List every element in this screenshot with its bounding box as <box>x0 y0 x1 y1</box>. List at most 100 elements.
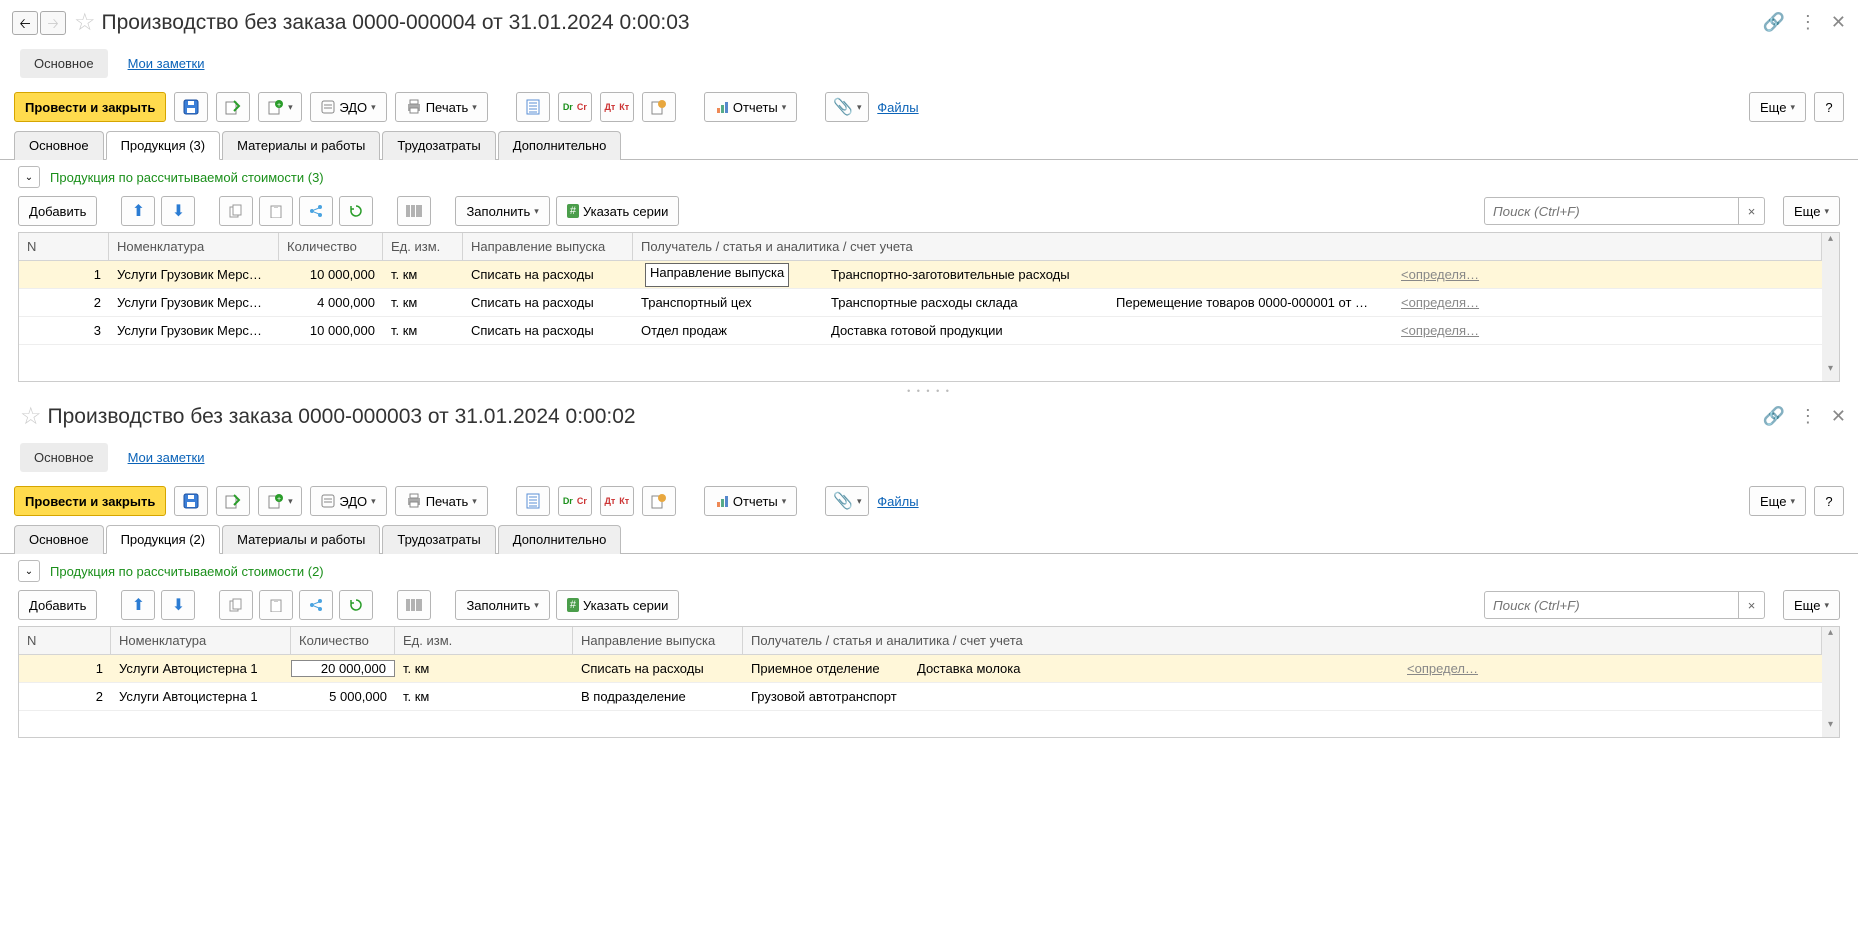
create-from-button[interactable]: +▾ <box>258 486 302 516</box>
refresh-button[interactable] <box>339 590 373 620</box>
grid-row[interactable]: 1 Услуги Автоцистерна 1 20 000,000 т. км… <box>19 655 1822 683</box>
series-button[interactable]: #Указать серии <box>556 590 680 620</box>
additional-button[interactable] <box>642 486 676 516</box>
col-qty[interactable]: Количество <box>291 627 395 654</box>
grid-search-input[interactable] <box>1484 197 1739 225</box>
doc-structure-button[interactable] <box>516 486 550 516</box>
attach-button[interactable]: 📎▾ <box>825 486 869 516</box>
link-icon[interactable]: 🔗 <box>1762 406 1784 427</box>
tab-main[interactable]: Основное <box>14 525 104 554</box>
grid-more-button[interactable]: Еще▾ <box>1783 590 1840 620</box>
move-up-button[interactable]: ⬆ <box>121 590 155 620</box>
favorite-star-icon[interactable]: ☆ <box>20 402 42 431</box>
post-and-close-button[interactable]: Провести и закрыть <box>14 92 166 122</box>
back-button[interactable]: 🡠 <box>12 11 38 35</box>
col-nom[interactable]: Номенклатура <box>111 627 291 654</box>
fill-button[interactable]: Заполнить▾ <box>455 196 549 226</box>
copy-button[interactable] <box>219 196 253 226</box>
barcode-button[interactable] <box>397 590 431 620</box>
edo-button[interactable]: ЭДО▾ <box>310 486 386 516</box>
tab-materials[interactable]: Материалы и работы <box>222 525 380 554</box>
tab-additional[interactable]: Дополнительно <box>498 525 622 554</box>
tab-additional[interactable]: Дополнительно <box>498 131 622 160</box>
close-icon[interactable]: ✕ <box>1831 12 1846 33</box>
tab-main[interactable]: Основное <box>14 131 104 160</box>
col-qty[interactable]: Количество <box>279 233 383 260</box>
tab-products[interactable]: Продукция (3) <box>106 131 221 160</box>
more-button[interactable]: Еще▾ <box>1749 486 1806 516</box>
tab-materials[interactable]: Материалы и работы <box>222 131 380 160</box>
kebab-menu-icon[interactable]: ⋮ <box>1799 406 1817 427</box>
more-button[interactable]: Еще▾ <box>1749 92 1806 122</box>
grid-row[interactable]: 2 Услуги Автоцистерна 1 5 000,000 т. км … <box>19 683 1822 711</box>
fill-button[interactable]: Заполнить▾ <box>455 590 549 620</box>
vertical-scrollbar[interactable]: ▴▾ <box>1822 627 1839 737</box>
col-unit[interactable]: Ед. изм. <box>383 233 463 260</box>
col-dir[interactable]: Направление выпуска <box>573 627 743 654</box>
copy-button[interactable] <box>219 590 253 620</box>
add-row-button[interactable]: Добавить <box>18 196 97 226</box>
kebab-menu-icon[interactable]: ⋮ <box>1799 12 1817 33</box>
col-nom[interactable]: Номенклатура <box>109 233 279 260</box>
edo-button[interactable]: ЭДО▾ <box>310 92 386 122</box>
grid-search-input[interactable] <box>1484 591 1739 619</box>
share-button[interactable] <box>299 196 333 226</box>
help-button[interactable]: ? <box>1814 92 1844 122</box>
refresh-button[interactable] <box>339 196 373 226</box>
save-button[interactable] <box>174 486 208 516</box>
link-icon[interactable]: 🔗 <box>1762 12 1784 33</box>
collapse-toggle[interactable]: ⌄ <box>18 166 40 188</box>
reports-button[interactable]: Отчеты▾ <box>704 92 797 122</box>
col-n[interactable]: N <box>19 627 111 654</box>
barcode-button[interactable] <box>397 196 431 226</box>
grid-row[interactable]: 3 Услуги Грузовик Мерс… 10 000,000 т. км… <box>19 317 1822 345</box>
clear-search-button[interactable]: × <box>1739 591 1765 619</box>
nav-tab-main[interactable]: Основное <box>20 443 108 472</box>
dtkt2-button[interactable]: ДтКт <box>600 92 634 122</box>
create-from-button[interactable]: +▾ <box>258 92 302 122</box>
paste-button[interactable] <box>259 590 293 620</box>
dtkt-button[interactable]: DrCr <box>558 486 592 516</box>
additional-button[interactable] <box>642 92 676 122</box>
attach-button[interactable]: 📎▾ <box>825 92 869 122</box>
close-icon[interactable]: ✕ <box>1831 406 1846 427</box>
post-button[interactable] <box>216 486 250 516</box>
favorite-star-icon[interactable]: ☆ <box>74 8 96 37</box>
doc-structure-button[interactable] <box>516 92 550 122</box>
move-down-button[interactable]: ⬇ <box>161 590 195 620</box>
vertical-scrollbar[interactable]: ▴▾ <box>1822 233 1839 381</box>
paste-button[interactable] <box>259 196 293 226</box>
add-row-button[interactable]: Добавить <box>18 590 97 620</box>
col-rcv[interactable]: Получатель / статья и аналитика / счет у… <box>633 233 1822 260</box>
col-unit[interactable]: Ед. изм. <box>395 627 573 654</box>
tab-products[interactable]: Продукция (2) <box>106 525 221 554</box>
grid-row[interactable]: 1 Услуги Грузовик Мерс… 10 000,000 т. км… <box>19 261 1822 289</box>
col-dir[interactable]: Направление выпуска <box>463 233 633 260</box>
post-button[interactable] <box>216 92 250 122</box>
files-link[interactable]: Файлы <box>877 100 918 115</box>
reports-button[interactable]: Отчеты▾ <box>704 486 797 516</box>
help-button[interactable]: ? <box>1814 486 1844 516</box>
col-n[interactable]: N <box>19 233 109 260</box>
files-link[interactable]: Файлы <box>877 494 918 509</box>
forward-button[interactable]: 🡢 <box>40 11 66 35</box>
save-button[interactable] <box>174 92 208 122</box>
nav-link-notes[interactable]: Мои заметки <box>128 443 205 472</box>
print-button[interactable]: Печать▾ <box>395 486 488 516</box>
tab-labor[interactable]: Трудозатраты <box>382 131 495 160</box>
move-up-button[interactable]: ⬆ <box>121 196 155 226</box>
tab-labor[interactable]: Трудозатраты <box>382 525 495 554</box>
print-button[interactable]: Печать▾ <box>395 92 488 122</box>
nav-tab-main[interactable]: Основное <box>20 49 108 78</box>
post-and-close-button[interactable]: Провести и закрыть <box>14 486 166 516</box>
share-button[interactable] <box>299 590 333 620</box>
col-rcv[interactable]: Получатель / статья и аналитика / счет у… <box>743 627 1822 654</box>
clear-search-button[interactable]: × <box>1739 197 1765 225</box>
grid-row[interactable]: 2 Услуги Грузовик Мерс… 4 000,000 т. км … <box>19 289 1822 317</box>
dtkt-button[interactable]: DrCr <box>558 92 592 122</box>
collapse-toggle[interactable]: ⌄ <box>18 560 40 582</box>
move-down-button[interactable]: ⬇ <box>161 196 195 226</box>
dtkt2-button[interactable]: ДтКт <box>600 486 634 516</box>
nav-link-notes[interactable]: Мои заметки <box>128 49 205 78</box>
grid-more-button[interactable]: Еще▾ <box>1783 196 1840 226</box>
